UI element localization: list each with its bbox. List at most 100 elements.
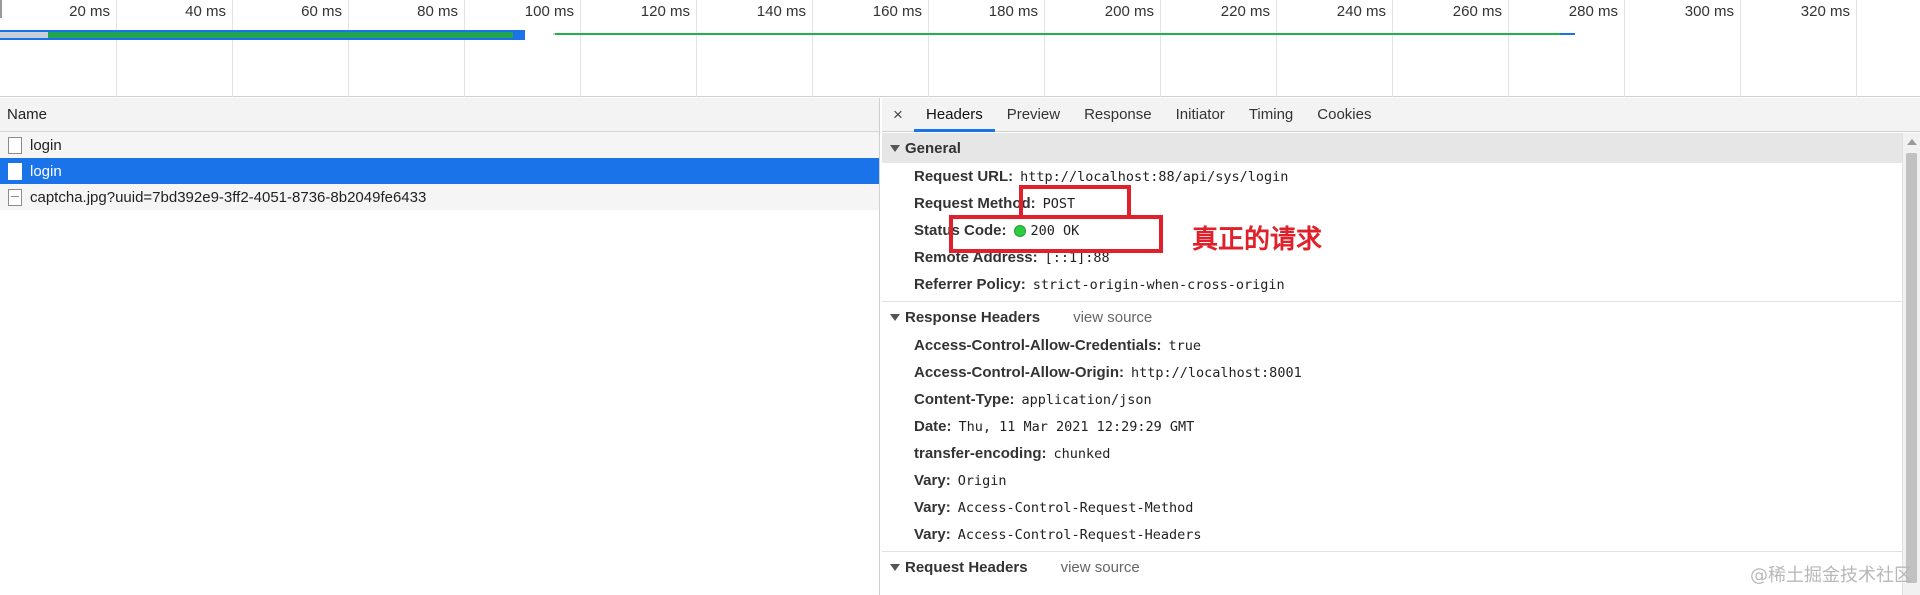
timeline-gridline [1624,0,1625,97]
annotation-box-method [1019,185,1131,219]
request-url-key: Request URL: [914,168,1014,185]
timeline-gridline [696,0,697,97]
response-header-row: Vary: Access-Control-Request-Headers [882,521,1902,548]
timeline-tick-label: 200 ms [1104,3,1154,20]
response-header-key: Content-Type: [914,391,1015,408]
request-headers-title: Request Headers [905,558,1028,576]
detail-tabs: × Headers Preview Response Initiator Tim… [882,98,1920,132]
response-header-value: true [1168,337,1202,354]
timeline-tick-label: 80 ms [417,3,458,20]
referrer-policy-value: strict-origin-when-cross-origin [1032,276,1285,293]
scrollbar-thumb[interactable] [1906,153,1917,583]
request-headers-section-header[interactable]: Request Headers view source [882,552,1902,582]
name-column-header-label: Name [7,106,48,123]
annotation-box-status [949,215,1163,253]
timeline-tick-label: 120 ms [640,3,690,20]
tab-response[interactable]: Response [1072,98,1164,131]
response-header-row: Access-Control-Allow-Origin: http://local… [882,359,1902,386]
tab-cookies[interactable]: Cookies [1305,98,1383,131]
timeline-tick-label: 240 ms [1336,3,1386,20]
close-icon[interactable]: × [882,98,914,131]
request-waterfall-line-login-2 [555,33,1575,35]
response-header-value: chunked [1053,445,1111,462]
timeline-tick-label: 40 ms [185,3,226,20]
timeline-gridline [1044,0,1045,97]
response-header-value: Thu, 11 Mar 2021 12:29:29 GMT [958,418,1195,435]
timeline-tick-label: 180 ms [988,3,1038,20]
request-method-key: Request Method: [914,195,1036,212]
response-header-key: Access-Control-Allow-Credentials: [914,337,1162,354]
document-icon [8,136,22,154]
response-header-key: Access-Control-Allow-Origin: [914,364,1125,381]
timeline-tick-label: 140 ms [756,3,806,20]
general-section-header[interactable]: General [882,133,1902,163]
response-headers-view-source-link[interactable]: view source [1073,309,1152,326]
timeline-tick-label: 320 ms [1800,3,1850,20]
response-header-row: Vary: Access-Control-Request-Method [882,494,1902,521]
response-header-row: Vary: Origin [882,467,1902,494]
response-header-key: Vary: [914,472,951,489]
response-header-row: Access-Control-Allow-Credentials: true [882,332,1902,359]
tab-headers[interactable]: Headers [914,98,995,132]
image-icon [8,188,22,206]
timeline-gridline [116,0,117,97]
expand-triangle-icon [890,563,900,571]
response-header-value: http://localhost:8001 [1131,364,1302,381]
general-section-title: General [905,139,961,157]
response-header-row: Content-Type: application/json [882,386,1902,413]
timeline-gridline [1856,0,1857,97]
scroll-up-arrow-icon[interactable] [1907,139,1917,145]
tab-timing[interactable]: Timing [1237,98,1305,131]
response-headers-section-header[interactable]: Response Headers view source [882,302,1902,332]
timeline-tick-label: 260 ms [1452,3,1502,20]
document-icon [8,162,22,180]
waterfall-queue-segment [0,32,48,38]
response-header-key: transfer-encoding: [914,445,1047,462]
response-header-row: transfer-encoding: chunked [882,440,1902,467]
request-row-label: login [30,136,62,154]
tab-preview[interactable]: Preview [995,98,1072,131]
detail-scrollbar[interactable] [1902,133,1920,595]
waterfall-download-segment [1560,33,1575,35]
timeline-tick-label: 280 ms [1568,3,1618,20]
timeline-gridline [1508,0,1509,97]
response-header-key: Vary: [914,526,951,543]
response-header-value: Origin [957,472,1007,489]
request-headers-view-source-link[interactable]: view source [1061,559,1140,576]
request-row-login-selected[interactable]: login [0,158,879,184]
referrer-policy-key: Referrer Policy: [914,276,1026,293]
name-column-header[interactable]: Name [0,98,879,132]
timeline-gridline [928,0,929,97]
timeline-gridline [580,0,581,97]
annotation-label: 真正的请求 [1192,225,1323,255]
tab-initiator[interactable]: Initiator [1164,98,1237,131]
timeline-tick-label: 220 ms [1220,3,1270,20]
response-headers-title: Response Headers [905,308,1041,326]
waterfall-waiting-segment [48,32,513,38]
expand-triangle-icon [890,313,900,321]
request-detail-panel: × Headers Preview Response Initiator Tim… [882,98,1920,595]
timeline-gridline [1740,0,1741,97]
timeline-tick-label: 100 ms [524,3,574,20]
response-header-row: Date: Thu, 11 Mar 2021 12:29:29 GMT [882,413,1902,440]
timeline-overview[interactable]: 20 ms 40 ms 60 ms 80 ms 100 ms 120 ms 140 ms 16… [0,0,1920,97]
timeline-gridline [812,0,813,97]
timeline-gridline [1160,0,1161,97]
timeline-gridline [464,0,465,97]
request-row-login[interactable]: login [0,132,879,158]
request-list-panel: Name login login captcha.jpg?uuid=7bd392… [0,98,880,595]
timeline-gridline [1392,0,1393,97]
request-row-label: login [30,162,62,180]
timeline-gridline [232,0,233,97]
timeline-tick-label: 20 ms [69,3,110,20]
request-row-captcha[interactable]: captcha.jpg?uuid=7bd392e9-3ff2-4051-8736… [0,184,879,210]
timeline-tick-label: 160 ms [872,3,922,20]
response-header-value: Access-Control-Request-Method [957,499,1194,516]
watermark: @稀土掘金技术社区 [1750,565,1912,586]
request-row-label: captcha.jpg?uuid=7bd392e9-3ff2-4051-8736… [30,188,427,206]
referrer-policy-row: Referrer Policy: strict-origin-when-cros… [882,271,1902,298]
response-header-key: Vary: [914,499,951,516]
timeline-tick-label: 300 ms [1684,3,1734,20]
timeline-gridline [348,0,349,97]
response-header-value: application/json [1021,391,1152,408]
